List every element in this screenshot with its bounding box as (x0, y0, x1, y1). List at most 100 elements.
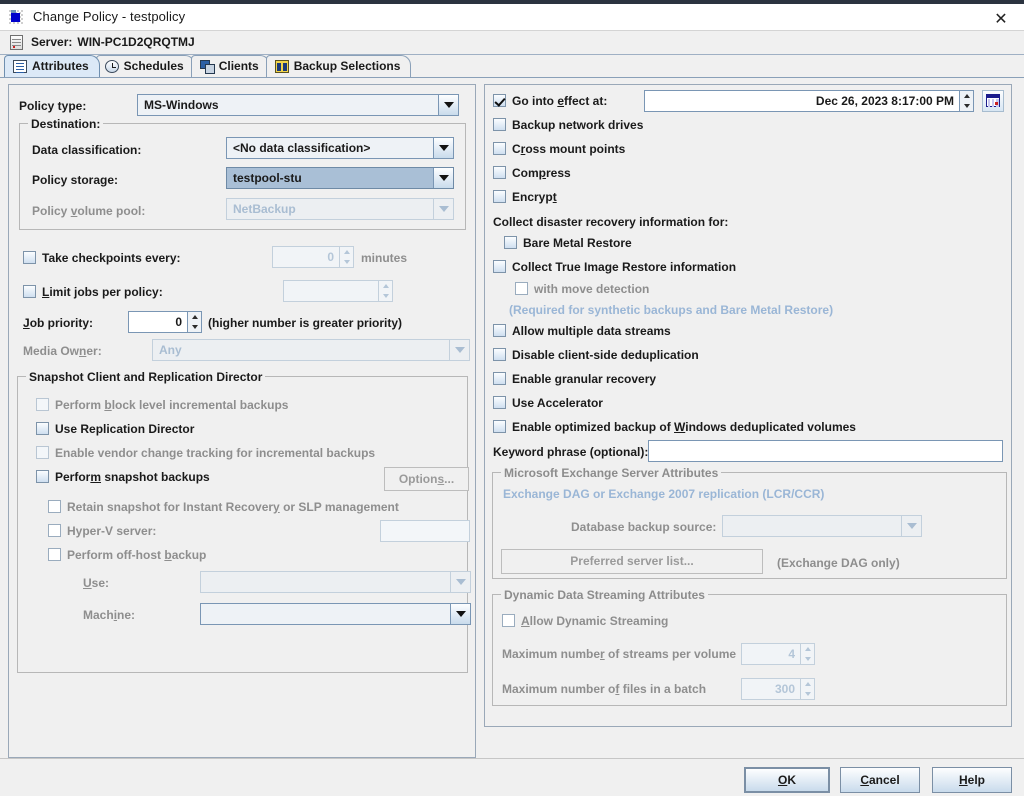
machine-label: Machine: (83, 607, 136, 622)
server-label: Server: (31, 35, 73, 50)
hyperv-server-checkbox: Hyper-V server: (48, 524, 156, 538)
snapshot-group: Snapshot Client and Replication Director… (17, 369, 471, 673)
keyword-phrase-input[interactable] (648, 439, 1003, 462)
perform-snapshot-backups-label: Perform snapshot backups (55, 469, 210, 484)
chevron-down-icon[interactable] (450, 603, 470, 624)
spinner-buttons (800, 642, 815, 665)
checkbox-box (493, 260, 506, 274)
take-checkpoints-label: Take checkpoints every: (42, 250, 181, 265)
compress-label: Compress (512, 165, 571, 180)
keyword-phrase-label: Keyword phrase (optional): (493, 444, 649, 459)
chevron-down-icon[interactable] (433, 137, 453, 158)
collect-dr-label: Collect disaster recovery information fo… (493, 214, 729, 229)
enable-granular-recovery-checkbox[interactable]: Enable granular recovery (493, 372, 656, 386)
max-streams-spinner: 4 (741, 642, 815, 665)
take-checkpoints-checkbox[interactable]: Take checkpoints every: (23, 251, 181, 265)
data-classification-value: <No data classification> (233, 140, 371, 155)
media-owner-combo: Any (152, 338, 470, 361)
snapshot-group-label: Snapshot Client and Replication Director (26, 369, 266, 384)
compress-checkbox[interactable]: Compress (493, 166, 571, 180)
cross-mount-points-label: Cross mount points (512, 141, 626, 156)
clock-icon (104, 59, 119, 73)
close-icon[interactable]: ✕ (978, 4, 1024, 34)
collect-tir-checkbox[interactable]: Collect True Image Restore information (493, 260, 736, 274)
backup-network-drives-checkbox[interactable]: Backup network drives (493, 118, 643, 132)
optimized-backup-checkbox[interactable]: Enable optimized backup of Windows dedup… (493, 420, 856, 434)
tab-backup-selections-label: Backup Selections (293, 59, 401, 74)
cancel-button[interactable]: Cancel (840, 766, 920, 793)
retain-snapshot-label: Retain snapshot for Instant Recovery or … (67, 499, 399, 514)
job-priority-label: Job priority: (23, 315, 94, 330)
policy-type-label: Policy type: (19, 98, 87, 113)
server-bar: Server: WIN-PC1D2QRQTMJ (0, 31, 1024, 55)
allow-multiple-data-streams-checkbox[interactable]: Allow multiple data streams (493, 324, 671, 338)
help-label: Help (958, 772, 985, 787)
bare-metal-restore-checkbox[interactable]: Bare Metal Restore (504, 236, 632, 250)
limit-jobs-spinner (283, 279, 393, 302)
block-level-incremental-label: Perform block level incremental backups (55, 397, 289, 412)
perform-snapshot-backups-checkbox[interactable]: Perform snapshot backups (36, 470, 210, 484)
media-owner-label: Media Owner: (23, 343, 102, 358)
go-into-effect-datetime[interactable]: Dec 26, 2023 8:17:00 PM (644, 89, 974, 112)
tab-clients-label: Clients (218, 59, 259, 74)
spinner-buttons[interactable] (959, 89, 974, 112)
job-priority-spinner[interactable]: 0 (128, 310, 202, 333)
use-accelerator-checkbox[interactable]: Use Accelerator (493, 396, 603, 410)
ok-button[interactable]: OK (744, 766, 830, 793)
limit-jobs-label: Limit jobs per policy: (42, 284, 163, 299)
checkbox-box (504, 236, 517, 250)
attributes-panel: Policy type: MS-Windows Destination: Dat… (0, 77, 1024, 758)
destination-group-label: Destination: (28, 116, 104, 131)
with-move-detection-label: with move detection (534, 281, 650, 296)
policy-type-combo[interactable]: MS-Windows (137, 93, 459, 116)
use-accelerator-label: Use Accelerator (512, 395, 603, 410)
go-into-effect-checkbox[interactable]: Go into effect at: (493, 94, 607, 108)
offhost-machine-combo[interactable] (200, 602, 471, 625)
attributes-icon (13, 59, 27, 73)
job-priority-hint: (higher number is greater priority) (208, 315, 403, 330)
max-files-value: 300 (741, 677, 800, 700)
exchange-group-label: Microsoft Exchange Server Attributes (501, 465, 722, 480)
spinner-buttons (339, 245, 354, 268)
cancel-label: Cancel (860, 772, 900, 787)
tab-schedules[interactable]: Schedules (95, 54, 195, 77)
cross-mount-points-checkbox[interactable]: Cross mount points (493, 142, 625, 156)
offhost-backup-label: Perform off-host backup (67, 547, 207, 562)
minutes-label: minutes (361, 250, 408, 265)
data-classification-label: Data classification: (32, 142, 142, 157)
dynamic-streaming-group: Dynamic Data Streaming Attributes Allow … (492, 587, 1007, 706)
database-backup-source-combo (722, 514, 922, 537)
checkbox-box (515, 282, 528, 296)
media-owner-value: Any (159, 342, 182, 357)
limit-jobs-checkbox[interactable]: Limit jobs per policy: (23, 285, 163, 299)
checkbox-box (493, 420, 506, 434)
chevron-down-icon[interactable] (433, 167, 453, 188)
data-classification-combo[interactable]: <No data classification> (226, 136, 454, 159)
chevron-down-icon (433, 198, 453, 219)
computers-icon (199, 59, 215, 74)
allow-multiple-data-streams-label: Allow multiple data streams (512, 323, 671, 338)
chevron-down-icon[interactable] (438, 94, 458, 115)
disable-client-side-dedup-checkbox[interactable]: Disable client-side deduplication (493, 348, 699, 362)
calendar-icon[interactable] (982, 89, 1004, 112)
policy-storage-combo[interactable]: testpool-stu (226, 166, 454, 189)
tab-attributes[interactable]: Attributes (4, 54, 100, 77)
policy-volume-pool-label: Policy volume pool: (32, 203, 146, 218)
offhost-backup-checkbox: Perform off-host backup (48, 548, 206, 562)
tab-clients[interactable]: Clients (190, 54, 270, 77)
preferred-server-list-label: Preferred server list... (570, 554, 694, 569)
use-replication-director-checkbox[interactable]: Use Replication Director (36, 422, 194, 436)
tab-attributes-label: Attributes (32, 59, 89, 74)
spinner-buttons[interactable] (187, 310, 202, 333)
chevron-down-icon (449, 339, 469, 360)
help-button[interactable]: Help (932, 766, 1012, 793)
tab-backup-selections[interactable]: Backup Selections (265, 54, 412, 77)
optimized-backup-label: Enable optimized backup of Windows dedup… (512, 419, 856, 434)
checkbox-box (502, 614, 515, 628)
encrypt-checkbox[interactable]: Encrypt (493, 190, 557, 204)
go-into-effect-value: Dec 26, 2023 8:17:00 PM (644, 89, 959, 112)
checkbox-box (36, 422, 49, 436)
checkbox-box (36, 470, 49, 484)
chevron-down-icon (901, 515, 921, 536)
block-level-incremental-checkbox: Perform block level incremental backups (36, 398, 288, 412)
